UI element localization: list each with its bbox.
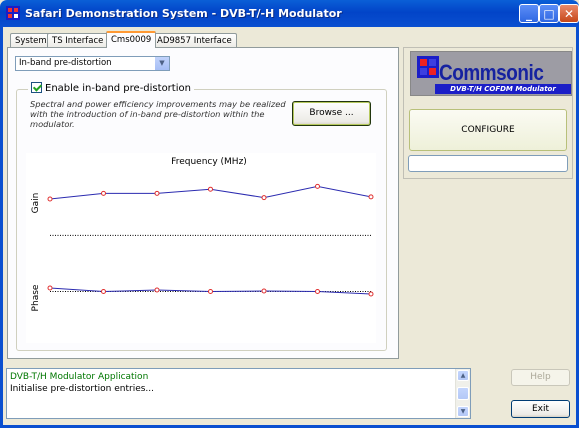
tab-cms0009[interactable]: Cms0009 — [106, 31, 157, 48]
tab-ts-interface[interactable]: TS Interface — [47, 33, 109, 47]
data-point[interactable] — [261, 195, 267, 201]
progress-bar — [408, 155, 568, 172]
tab-ad9857-interface[interactable]: AD9857 Interface — [152, 33, 237, 47]
data-point[interactable] — [261, 288, 267, 294]
console-scrollbar[interactable]: ▲ ▼ — [455, 369, 470, 418]
data-point[interactable] — [154, 190, 160, 196]
scroll-down-icon[interactable]: ▼ — [457, 406, 469, 417]
phase-axis-label: Phase — [31, 284, 41, 311]
data-point[interactable] — [47, 196, 53, 202]
commsonic-logo: Commsonic DVB-T/H COFDM Modulator — [410, 51, 572, 96]
checkbox-label: Enable in-band pre-distortion — [45, 83, 191, 94]
chart-svg: Frequency (MHz) Gain Phase — [31, 157, 374, 311]
tab-system[interactable]: System — [10, 33, 52, 47]
exit-button[interactable]: Exit — [511, 400, 570, 418]
window-title: Safari Demonstration System - DVB-T/-H M… — [25, 7, 342, 20]
data-point[interactable] — [208, 186, 213, 192]
enable-predistortion-checkbox[interactable]: Enable in-band pre-distortion — [28, 81, 194, 95]
data-point[interactable] — [154, 287, 160, 293]
chart-title: Frequency (MHz) — [171, 157, 247, 167]
app-icon — [6, 6, 20, 20]
brand-name: Commsonic — [439, 60, 544, 85]
mode-select[interactable]: In-band pre-distortion ▼ — [15, 56, 170, 71]
chevron-down-icon[interactable]: ▼ — [154, 57, 169, 70]
data-point[interactable] — [315, 183, 320, 189]
scroll-up-icon[interactable]: ▲ — [457, 370, 469, 381]
console-line: DVB-T/H Modulator Application — [10, 372, 149, 382]
data-point[interactable] — [101, 190, 106, 196]
configure-button[interactable]: CONFIGURE — [409, 109, 567, 151]
help-button[interactable]: Help — [511, 369, 570, 386]
predistortion-chart: Frequency (MHz) Gain Phase — [26, 153, 376, 343]
console-output[interactable]: DVB-T/H Modulator Application Initialise… — [6, 368, 471, 419]
data-point[interactable] — [315, 289, 320, 294]
description-line: with the introduction of in-band pre-dis… — [30, 109, 265, 119]
data-point[interactable] — [208, 289, 213, 294]
minimize-button[interactable]: _ — [519, 4, 539, 23]
scroll-thumb[interactable] — [457, 387, 469, 400]
mode-select-value: In-band pre-distortion — [19, 58, 112, 68]
logo-icon — [417, 56, 439, 78]
description-line: Spectral and power efficiency improvemen… — [30, 99, 286, 109]
description-text: Spectral and power efficiency improvemen… — [30, 99, 286, 129]
browse-button[interactable]: Browse ... — [292, 101, 371, 126]
title-bar[interactable]: Safari Demonstration System - DVB-T/-H M… — [0, 0, 579, 27]
data-point[interactable] — [368, 291, 374, 297]
data-point[interactable] — [47, 285, 53, 291]
brand-subtitle: DVB-T/H COFDM Modulator — [435, 84, 571, 94]
checkbox-icon[interactable] — [31, 81, 42, 93]
gain-axis-label: Gain — [31, 193, 41, 214]
data-point[interactable] — [101, 289, 106, 294]
close-button[interactable]: ✕ — [559, 4, 579, 23]
maximize-button[interactable]: □ — [539, 4, 559, 23]
description-line: modulator. — [30, 119, 75, 129]
data-point[interactable] — [368, 194, 374, 200]
console-line: Initialise pre-distortion entries... — [10, 384, 155, 394]
